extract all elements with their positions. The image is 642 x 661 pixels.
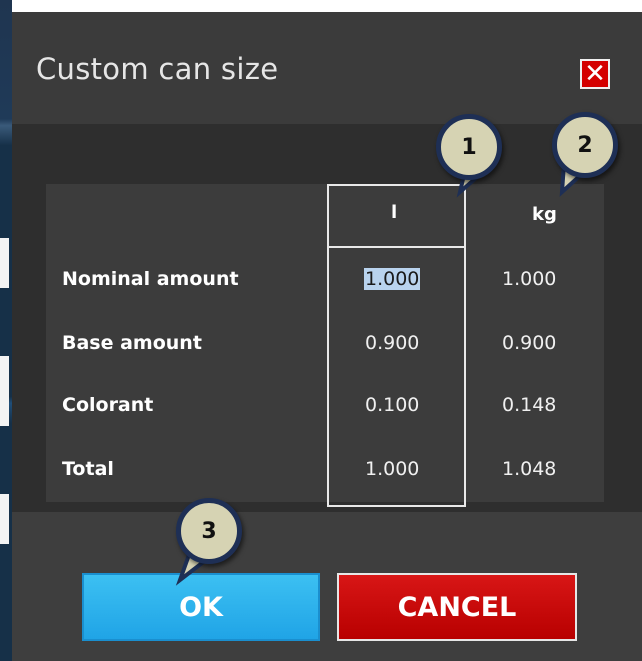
dialog-titlebar: Custom can size ✕ <box>12 12 642 124</box>
close-icon: ✕ <box>584 59 606 89</box>
total-kg-value: 1.048 <box>502 458 557 480</box>
row-label-base-amount: Base amount <box>62 332 202 354</box>
close-button[interactable]: ✕ <box>580 59 610 89</box>
total-liter-value: 1.000 <box>365 458 420 480</box>
row-label-colorant: Colorant <box>62 394 154 416</box>
colorant-liter-value: 0.100 <box>365 394 420 416</box>
base-amount-kg-value: 0.900 <box>502 332 557 354</box>
header-divider <box>329 246 464 248</box>
column-header-liter: l <box>391 202 398 223</box>
callout-1-bubble: 1 <box>436 114 502 180</box>
background-panel <box>0 356 9 426</box>
callout-2-bubble: 2 <box>552 112 618 178</box>
background-app-edge <box>0 0 12 661</box>
background-top <box>0 0 642 12</box>
row-label-total: Total <box>62 458 114 480</box>
background-panel <box>0 494 9 544</box>
callout-3-bubble: 3 <box>176 498 242 564</box>
row-label-nominal-amount: Nominal amount <box>62 268 239 290</box>
selected-text: 1.000 <box>364 268 421 290</box>
background-panel <box>0 238 9 288</box>
colorant-kg-value: 0.148 <box>502 394 557 416</box>
nominal-amount-kg-value: 1.000 <box>502 268 557 290</box>
nominal-amount-liter-input[interactable]: 1.000 <box>364 268 421 290</box>
callout-marker-1: 1 <box>436 114 502 180</box>
custom-can-size-dialog: Custom can size ✕ l kg Nominal amount 1.… <box>12 12 642 661</box>
amount-table: l kg Nominal amount 1.000 1.000 Base amo… <box>46 184 604 507</box>
callout-marker-2: 2 <box>552 112 618 178</box>
dialog-title: Custom can size <box>36 52 279 86</box>
base-amount-liter-value: 0.900 <box>365 332 420 354</box>
dialog-footer: OK CANCEL <box>12 512 642 661</box>
callout-marker-3: 3 <box>176 498 242 564</box>
cancel-button[interactable]: CANCEL <box>337 573 577 641</box>
